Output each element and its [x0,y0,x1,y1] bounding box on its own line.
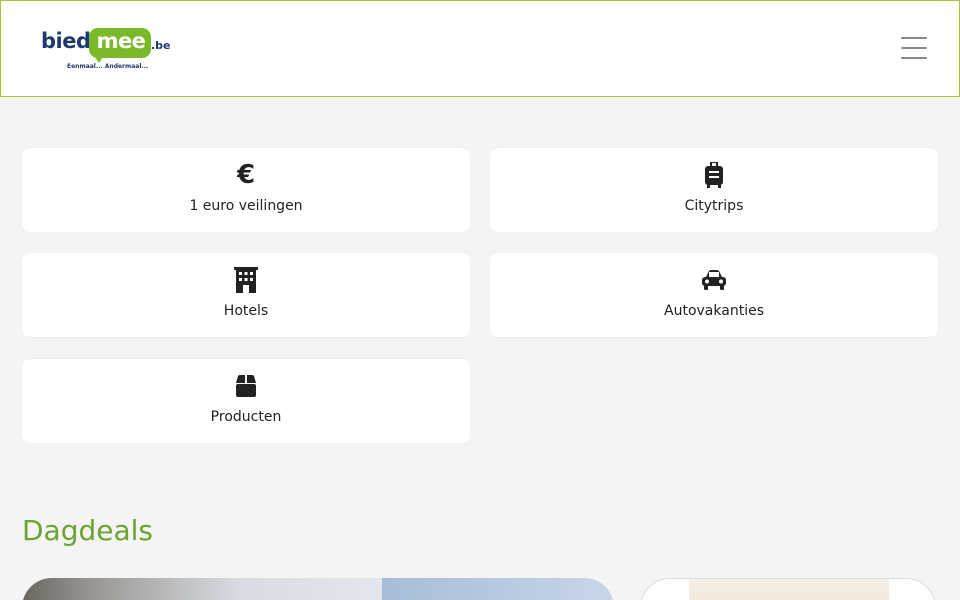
dagdeals-title: Dagdeals [22,514,154,547]
logo-text-bied: bied [41,29,91,53]
deal-photo [22,578,382,600]
category-label: Hotels [223,303,269,319]
category-label: Autovakanties [664,303,764,319]
suitcase-icon [701,162,727,188]
logo-text-suffix: .be [151,39,171,52]
hamburger-icon-bar [901,47,927,49]
category-card-hotels[interactable]: Hotels [22,253,470,337]
category-label: 1 euro veilingen [189,198,303,214]
box-icon [233,373,259,399]
category-card-producten[interactable]: Producten [22,359,470,443]
car-icon [701,267,727,293]
category-label: Citytrips [684,198,744,214]
hamburger-menu-button[interactable] [897,33,931,63]
dagdeal-card-image[interactable] [22,578,614,600]
dagdeal-card-image[interactable] [640,578,936,600]
logo-bubble-tail [93,54,105,63]
hamburger-icon [901,37,927,39]
deal-photo-sky [382,578,614,600]
deal-photo [689,579,889,600]
category-label: Producten [210,409,282,425]
site-header: bied mee .be Eenmaal... Andermaal... [0,0,960,97]
logo-tagline: Eenmaal... Andermaal... [67,63,149,70]
category-card-1-euro-veilingen[interactable]: € 1 euro veilingen [22,148,470,232]
biedmee-logo[interactable]: bied mee .be Eenmaal... Andermaal... [41,27,171,73]
logo-text-mee: mee [96,29,146,53]
building-icon [233,267,259,293]
hamburger-icon-bar [901,57,927,59]
category-card-citytrips[interactable]: Citytrips [490,148,938,232]
category-card-autovakanties[interactable]: Autovakanties [490,253,938,337]
euro-icon: € [236,160,256,190]
